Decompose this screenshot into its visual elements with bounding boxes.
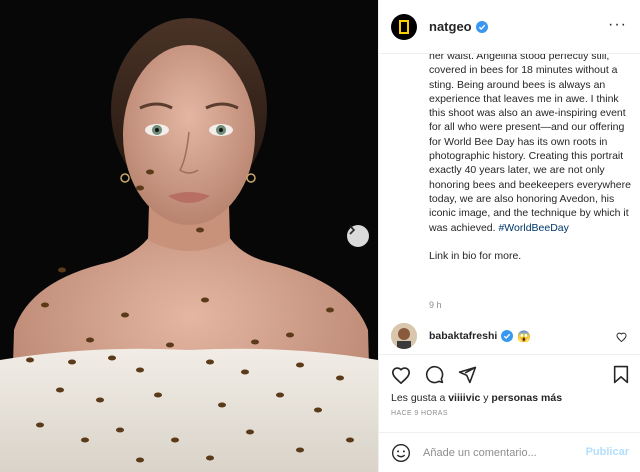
next-image-button[interactable] (347, 225, 369, 247)
comment-icon (425, 365, 444, 384)
post-username[interactable]: natgeo (429, 19, 472, 34)
share-button[interactable] (458, 365, 477, 384)
post-timestamp[interactable]: HACE 9 HORAS (391, 410, 448, 417)
nat-geo-logo-icon (399, 19, 409, 34)
likes-prefix: Les gusta a (391, 392, 446, 404)
chevron-right-icon (349, 225, 356, 235)
hashtag-link[interactable]: #WorldBeeDay (498, 222, 568, 234)
caption-time: 9 h (429, 300, 442, 310)
caption-body: her waist. Angelina stood perfectly stil… (429, 54, 633, 235)
likes-others[interactable]: personas más (491, 392, 562, 404)
caption-text: her waist. Angelina stood perfectly stil… (429, 54, 631, 234)
post-caption: her waist. Angelina stood perfectly stil… (429, 54, 633, 263)
verified-badge-icon (475, 20, 488, 33)
heart-icon (391, 366, 411, 384)
more-options-icon[interactable]: ··· (608, 17, 627, 33)
portrait-image (0, 0, 378, 472)
emoji-picker-button[interactable] (391, 443, 411, 463)
comment-emoji: 😱 (517, 330, 531, 343)
natgeo-avatar[interactable] (391, 13, 417, 40)
caption-link-note: Link in bio for more. (429, 249, 522, 262)
caption-scroll-area[interactable]: her waist. Angelina stood perfectly stil… (379, 54, 640, 317)
post-photo (0, 0, 378, 472)
commenter-username[interactable]: babaktafreshi (429, 330, 497, 342)
likes-summary: Les gusta a viiiivic y personas más (391, 392, 562, 404)
avatar-image (391, 323, 417, 349)
likes-connector: y (483, 392, 489, 404)
comment-row: babaktafreshi 😱 (379, 318, 640, 354)
likes-user[interactable]: viiiivic (448, 392, 480, 404)
verified-badge-icon (501, 330, 514, 342)
post-side-panel: natgeo ··· her waist. Angelina stood per… (378, 0, 640, 472)
publish-comment-button[interactable]: Publicar (586, 446, 629, 458)
post-header: natgeo ··· (379, 0, 640, 54)
comment-input[interactable] (423, 446, 583, 459)
share-icon (458, 366, 477, 384)
smiley-icon (392, 443, 410, 462)
comment-like-icon[interactable] (616, 332, 627, 342)
commenter-avatar[interactable] (391, 323, 417, 349)
action-bar (379, 354, 640, 394)
like-button[interactable] (391, 366, 411, 384)
bookmark-icon (613, 365, 629, 384)
comment-button[interactable] (425, 365, 444, 384)
add-comment-bar: Publicar (379, 432, 640, 472)
save-button[interactable] (613, 365, 629, 389)
